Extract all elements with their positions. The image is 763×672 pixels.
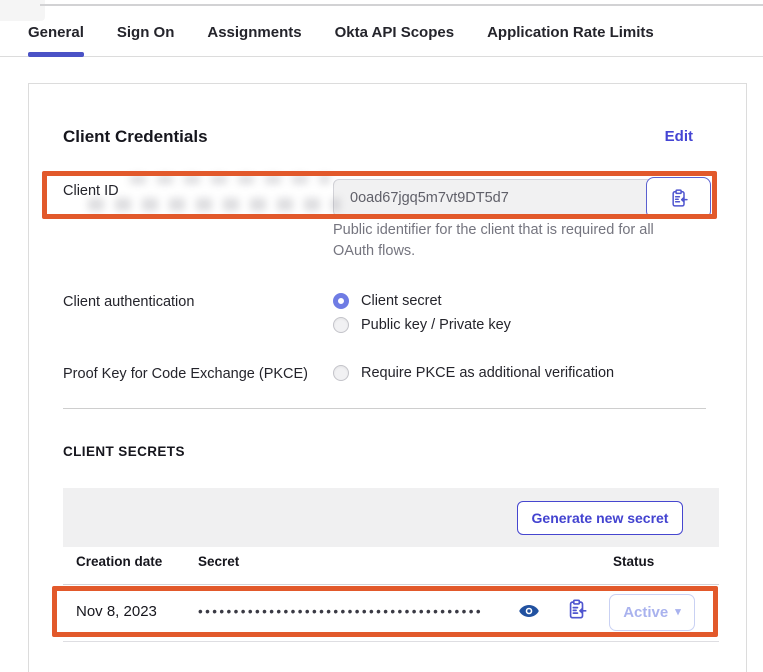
client-id-value-field[interactable]: 0oad67jgq5m7vt9DT5d7 xyxy=(333,179,653,217)
generate-new-secret-button[interactable]: Generate new secret xyxy=(517,501,683,535)
radio-option-public-private-key[interactable]: Public key / Private key xyxy=(333,315,511,335)
pkce-label: Proof Key for Code Exchange (PKCE) xyxy=(63,366,308,382)
checkbox-unchecked-icon[interactable] xyxy=(333,365,349,381)
section-divider xyxy=(63,408,706,409)
section-title-client-credentials: Client Credentials xyxy=(63,127,208,147)
tab-sign-on[interactable]: Sign On xyxy=(117,24,175,56)
chevron-down-icon: ▾ xyxy=(675,607,681,618)
tab-okta-api-scopes[interactable]: Okta API Scopes xyxy=(335,24,455,56)
client-id-label: Client ID xyxy=(63,183,119,199)
secrets-table-header: Creation date Secret Status xyxy=(63,547,719,585)
edit-link[interactable]: Edit xyxy=(665,128,693,145)
clipboard-paste-icon xyxy=(566,598,590,620)
client-credentials-card: Client Credentials Edit Client ID 0oad67… xyxy=(28,83,747,672)
secret-creation-date: Nov 8, 2023 xyxy=(76,603,157,620)
pkce-option[interactable]: Require PKCE as additional verification xyxy=(333,363,614,383)
client-secrets-toolbar: Generate new secret xyxy=(63,488,719,547)
clipboard-paste-icon xyxy=(669,188,689,208)
radio-label: Client secret xyxy=(361,293,442,309)
column-header-status: Status xyxy=(613,554,654,569)
radio-selected-icon[interactable] xyxy=(333,293,349,309)
radio-unselected-icon[interactable] xyxy=(333,317,349,333)
secret-table-row: Nov 8, 2023 ••••••••••••••••••••••••••••… xyxy=(63,584,719,642)
radio-option-client-secret[interactable]: Client secret xyxy=(333,291,442,311)
tab-general[interactable]: General xyxy=(28,24,84,56)
masked-secret-value: •••••••••••••••••••••••••••••••••••••••• xyxy=(198,604,483,619)
column-header-secret: Secret xyxy=(198,554,239,569)
column-header-creation-date: Creation date xyxy=(76,554,162,569)
okta-app-settings-page: General Sign On Assignments Okta API Sco… xyxy=(0,0,763,672)
client-secrets-heading: CLIENT SECRETS xyxy=(63,444,185,459)
status-label: Active xyxy=(623,604,668,621)
pkce-option-label: Require PKCE as additional verification xyxy=(361,365,614,381)
copy-client-id-button[interactable] xyxy=(646,177,711,219)
tab-application-rate-limits[interactable]: Application Rate Limits xyxy=(487,24,654,56)
copy-secret-button[interactable] xyxy=(566,598,590,622)
radio-label: Public key / Private key xyxy=(361,317,511,333)
eye-icon[interactable] xyxy=(518,600,540,622)
client-authentication-label: Client authentication xyxy=(63,294,194,310)
app-tabbar: General Sign On Assignments Okta API Sco… xyxy=(0,6,763,57)
client-id-help-text: Public identifier for the client that is… xyxy=(333,220,685,262)
tab-assignments[interactable]: Assignments xyxy=(207,24,301,56)
status-dropdown-active[interactable]: Active ▾ xyxy=(609,594,695,631)
